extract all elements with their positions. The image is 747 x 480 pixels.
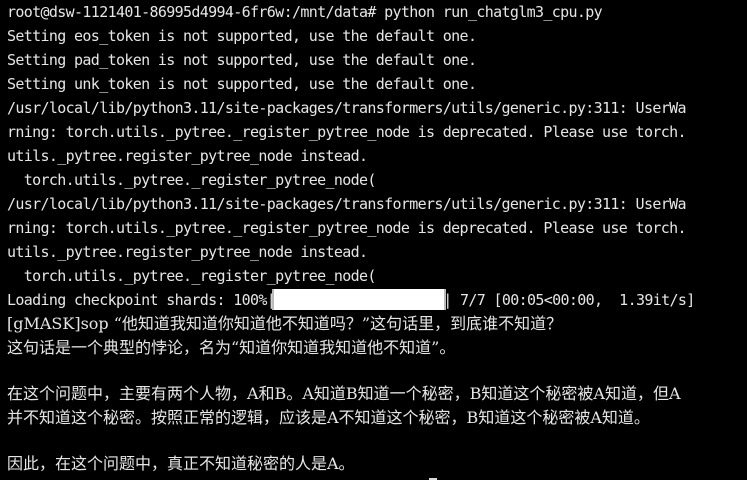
progress-prefix: Loading checkpoint shards: 100%| bbox=[7, 291, 276, 309]
output-line: 因此，在这个问题中，真正不知道秘密的人是A。 bbox=[7, 454, 355, 473]
warning-line: rning: torch.utils._pytree._register_pyt… bbox=[7, 123, 686, 141]
warning-line: Setting eos_token is not supported, use … bbox=[7, 27, 477, 45]
warning-line: utils._pytree.register_pytree_node inste… bbox=[7, 147, 368, 165]
warning-line: Setting pad_token is not supported, use … bbox=[7, 51, 477, 69]
output-line: [gMASK]sop “他知道我知道你知道他不知道吗？”这句话里，到底谁不知道？ bbox=[7, 314, 563, 333]
output-line: 这句话是一个典型的悖论，名为“知道你知道我知道他不知道”。 bbox=[7, 338, 456, 357]
warning-line: torch.utils._pytree._register_pytree_nod… bbox=[7, 267, 377, 285]
warning-line: /usr/local/lib/python3.11/site-packages/… bbox=[7, 195, 686, 213]
cursor-line bbox=[7, 476, 747, 480]
warning-line: rning: torch.utils._pytree._register_pyt… bbox=[7, 219, 686, 237]
warning-line: utils._pytree.register_pytree_node inste… bbox=[7, 243, 368, 261]
terminal-window[interactable]: root@dsw-1121401-86995d4994-6fr6w:/mnt/d… bbox=[0, 0, 747, 480]
progress-line: Loading checkpoint shards: 100%| | 7/7 [0… bbox=[7, 288, 747, 312]
warning-line: torch.utils._pytree._register_pytree_nod… bbox=[7, 171, 377, 189]
output-line: 并不知道这个秘密。按照正常的逻辑，应该是A不知道这个秘密，B知道这个秘密被A知道… bbox=[7, 408, 650, 427]
warning-line: /usr/local/lib/python3.11/site-packages/… bbox=[7, 99, 686, 117]
warning-line: Setting unk_token is not supported, use … bbox=[7, 75, 477, 93]
command-prompt-line: root@dsw-1121401-86995d4994-6fr6w:/mnt/d… bbox=[7, 3, 603, 21]
progress-bar bbox=[272, 289, 447, 310]
output-line: 在这个问题中，主要有两个人物，A和B。A知道B知道一个秘密，B知道这个秘密被A知… bbox=[7, 384, 681, 403]
progress-suffix: | 7/7 [00:05<00:00, 1.39it/s] bbox=[443, 291, 695, 309]
